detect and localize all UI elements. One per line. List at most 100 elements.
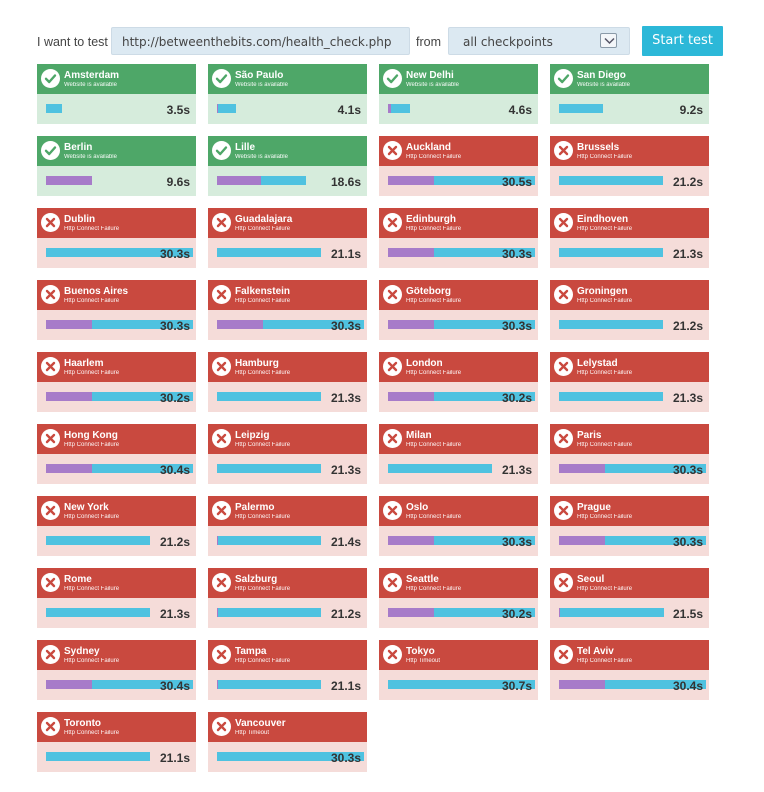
url-input[interactable]: http://betweenthebits.com/health_check.p… xyxy=(111,27,410,55)
response-time: 21.2s xyxy=(672,319,703,333)
checkpoint-card[interactable]: Hamburg Http Connect Failure 21.3s xyxy=(208,352,367,412)
error-circle-icon xyxy=(212,573,231,592)
checkpoint-header: Falkenstein Http Connect Failure xyxy=(208,280,367,310)
checkpoint-timing: 30.4s xyxy=(37,670,196,700)
response-time-bar xyxy=(559,176,663,185)
checkpoint-card[interactable]: New Delhi Website is available 4.6s xyxy=(379,64,538,124)
check-circle-icon xyxy=(41,141,60,160)
checkpoint-card[interactable]: Brussels Http Connect Failure 21.2s xyxy=(550,136,709,196)
response-time: 21.3s xyxy=(672,391,703,405)
checkpoint-card[interactable]: Oslo Http Connect Failure 30.3s xyxy=(379,496,538,556)
checkpoint-card[interactable]: Edinburgh Http Connect Failure 30.3s xyxy=(379,208,538,268)
checkpoint-card[interactable]: Amsterdam Website is available 3.5s xyxy=(37,64,196,124)
checkpoint-timing: 21.1s xyxy=(208,238,367,268)
response-time: 30.3s xyxy=(159,319,190,333)
response-time: 21.5s xyxy=(672,607,703,621)
checkpoint-header: São Paulo Website is available xyxy=(208,64,367,94)
checkpoint-card[interactable]: Paris Http Connect Failure 30.3s xyxy=(550,424,709,484)
checkpoint-status: Http Connect Failure xyxy=(235,514,291,520)
checkpoint-city: Prague xyxy=(577,502,611,513)
checkpoint-card[interactable]: London Http Connect Failure 30.2s xyxy=(379,352,538,412)
checkpoint-timing: 4.1s xyxy=(208,94,367,124)
checkpoint-card[interactable]: Haarlem Http Connect Failure 30.2s xyxy=(37,352,196,412)
checkpoint-card[interactable]: Buenos Aires Http Connect Failure 30.3s xyxy=(37,280,196,340)
checkpoint-status: Http Connect Failure xyxy=(64,586,120,592)
checkpoint-status: Http Connect Failure xyxy=(235,586,291,592)
response-time-bar xyxy=(217,392,321,401)
checkpoint-timing: 21.2s xyxy=(37,526,196,556)
checkpoint-card[interactable]: Toronto Http Connect Failure 21.1s xyxy=(37,712,196,772)
error-circle-icon xyxy=(41,213,60,232)
checkpoint-card[interactable]: Lelystad Http Connect Failure 21.3s xyxy=(550,352,709,412)
checkpoint-card[interactable]: Rome Http Connect Failure 21.3s xyxy=(37,568,196,628)
connect-time-segment xyxy=(388,320,434,329)
checkpoint-status: Http Connect Failure xyxy=(64,298,120,304)
checkpoint-city: Eindhoven xyxy=(577,214,629,225)
checkpoint-card[interactable]: Eindhoven Http Connect Failure 21.3s xyxy=(550,208,709,268)
checkpoint-card[interactable]: Groningen Http Connect Failure 21.2s xyxy=(550,280,709,340)
error-circle-icon xyxy=(41,645,60,664)
error-circle-icon xyxy=(383,501,402,520)
response-time: 30.5s xyxy=(501,175,532,189)
checkpoint-card[interactable]: Auckland Http Connect Failure 30.5s xyxy=(379,136,538,196)
checkpoint-card[interactable]: Prague Http Connect Failure 30.3s xyxy=(550,496,709,556)
start-test-button[interactable]: Start test xyxy=(642,26,723,56)
checkpoint-card[interactable]: Salzburg Http Connect Failure 21.2s xyxy=(208,568,367,628)
checkpoint-status: Http Connect Failure xyxy=(406,226,462,232)
response-time: 21.3s xyxy=(501,463,532,477)
connect-time-segment xyxy=(46,176,92,185)
connect-time-segment xyxy=(388,176,434,185)
checkpoint-card[interactable]: Tampa Http Connect Failure 21.1s xyxy=(208,640,367,700)
checkpoint-header: Seoul Http Connect Failure xyxy=(550,568,709,598)
checkpoint-status: Http Connect Failure xyxy=(64,514,120,520)
response-time: 4.1s xyxy=(337,103,361,117)
checkpoint-card[interactable]: Seattle Http Connect Failure 30.2s xyxy=(379,568,538,628)
checkpoint-card[interactable]: Hong Kong Http Connect Failure 30.4s xyxy=(37,424,196,484)
checkpoints-select[interactable]: all checkpoints xyxy=(448,27,630,55)
checkpoint-card[interactable]: San Diego Website is available 9.2s xyxy=(550,64,709,124)
checkpoint-city: Edinburgh xyxy=(406,214,456,225)
checkpoint-card[interactable]: Lille Website is available 18.6s xyxy=(208,136,367,196)
checkpoint-timing: 9.2s xyxy=(550,94,709,124)
error-circle-icon xyxy=(212,645,231,664)
checkpoint-status: Http Connect Failure xyxy=(406,586,462,592)
checkpoint-card[interactable]: Göteborg Http Connect Failure 30.3s xyxy=(379,280,538,340)
checkpoint-card[interactable]: Milan Http Connect Failure 21.3s xyxy=(379,424,538,484)
response-time: 30.4s xyxy=(159,679,190,693)
checkpoint-card[interactable]: Sydney Http Connect Failure 30.4s xyxy=(37,640,196,700)
checkpoint-city: Dublin xyxy=(64,214,96,225)
checkpoint-card[interactable]: Guadalajara Http Connect Failure 21.1s xyxy=(208,208,367,268)
checkpoint-card[interactable]: São Paulo Website is available 4.1s xyxy=(208,64,367,124)
connect-time-segment xyxy=(388,608,434,617)
checkpoint-card[interactable]: Tel Aviv Http Connect Failure 30.4s xyxy=(550,640,709,700)
checkpoint-card[interactable]: Falkenstein Http Connect Failure 30.3s xyxy=(208,280,367,340)
checkpoint-header: Berlin Website is available xyxy=(37,136,196,166)
checkpoint-card[interactable]: Seoul Http Connect Failure 21.5s xyxy=(550,568,709,628)
checkpoint-header: Eindhoven Http Connect Failure xyxy=(550,208,709,238)
checkpoint-header: Rome Http Connect Failure xyxy=(37,568,196,598)
checkpoint-header: Seattle Http Connect Failure xyxy=(379,568,538,598)
checkpoint-status: Http Connect Failure xyxy=(406,298,462,304)
checkpoint-card[interactable]: Tokyo Http Timeout 30.7s xyxy=(379,640,538,700)
checkpoint-header: Oslo Http Connect Failure xyxy=(379,496,538,526)
checkpoint-card[interactable]: Dublin Http Connect Failure 30.3s xyxy=(37,208,196,268)
response-time-bar xyxy=(559,608,664,617)
chevron-down-icon[interactable] xyxy=(600,33,617,48)
checkpoint-card[interactable]: Palermo Http Connect Failure 21.4s xyxy=(208,496,367,556)
checkpoint-card[interactable]: New York Http Connect Failure 21.2s xyxy=(37,496,196,556)
checkpoint-city: Tampa xyxy=(235,646,267,657)
checkpoint-card[interactable]: Vancouver Http Timeout 30.3s xyxy=(208,712,367,772)
connect-time-segment xyxy=(559,536,605,545)
response-time: 30.2s xyxy=(159,391,190,405)
checkpoint-timing: 21.2s xyxy=(550,310,709,340)
response-time: 21.3s xyxy=(330,391,361,405)
check-circle-icon xyxy=(41,69,60,88)
error-circle-icon xyxy=(41,573,60,592)
checkpoint-header: Groningen Http Connect Failure xyxy=(550,280,709,310)
checkpoint-card[interactable]: Berlin Website is available 9.6s xyxy=(37,136,196,196)
checkpoint-card[interactable]: Leipzig Http Connect Failure 21.3s xyxy=(208,424,367,484)
checkpoint-timing: 21.4s xyxy=(208,526,367,556)
checkpoint-city: New York xyxy=(64,502,109,513)
error-circle-icon xyxy=(554,141,573,160)
checkpoint-timing: 30.5s xyxy=(379,166,538,196)
